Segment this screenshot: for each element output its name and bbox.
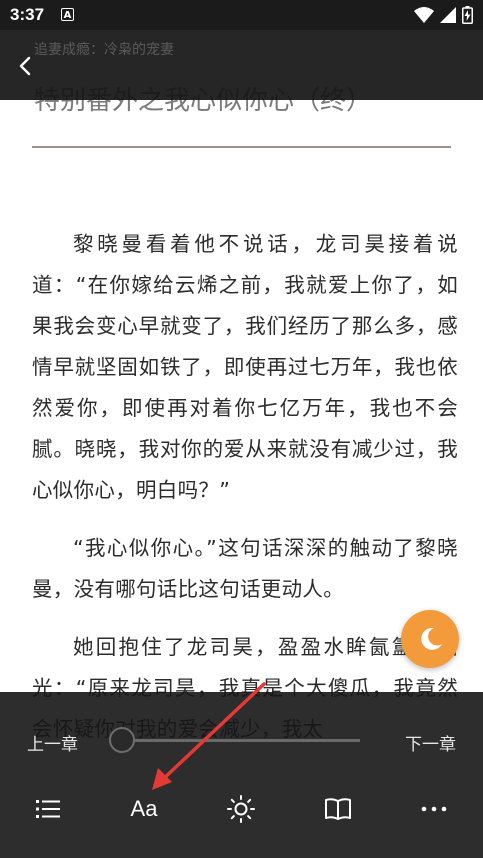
brightness-button[interactable]	[221, 792, 261, 826]
prev-chapter-button[interactable]: 上一章	[27, 730, 78, 755]
chapter-content: 黎晓曼看着他不说话，龙司昊接着说道：“在你嫁给云烯之前，我就爱上你了，如果我会变…	[32, 224, 458, 767]
sun-icon	[227, 795, 255, 823]
wifi-icon	[413, 7, 434, 23]
status-icons	[413, 6, 473, 24]
reader-top-bar: 追妻成瘾：冷枭的宠妻	[0, 30, 483, 100]
chapter-progress-track[interactable]	[122, 739, 360, 742]
list-icon	[36, 800, 60, 818]
paragraph: 黎晓曼看着他不说话，龙司昊接着说道：“在你嫁给云烯之前，我就爱上你了，如果我会变…	[32, 232, 458, 502]
more-button[interactable]	[414, 792, 454, 826]
next-chapter-button[interactable]: 下一章	[405, 730, 456, 755]
moon-icon	[421, 627, 442, 650]
night-mode-button[interactable]	[401, 610, 459, 668]
status-time: 3:37	[10, 5, 45, 24]
reader-bottom-panel: 上一章 下一章 Aa	[0, 692, 483, 858]
notification-a-icon: A	[61, 8, 74, 21]
battery-charging-icon	[462, 6, 473, 24]
more-dots-icon	[421, 806, 447, 812]
paragraph: “我心似你心。”这句话深深的触动了黎晓曼，没有哪句话比这句话更动人。	[32, 536, 458, 601]
title-divider	[32, 146, 451, 148]
book-name: 追妻成瘾：冷枭的宠妻	[34, 42, 174, 58]
open-book-icon	[325, 798, 351, 820]
font-settings-button[interactable]: Aa	[124, 792, 164, 826]
status-bar: 3:37 A	[0, 0, 483, 30]
chapter-progress-thumb[interactable]	[109, 727, 135, 753]
reading-mode-button[interactable]	[318, 792, 358, 826]
font-size-label: Aa	[130, 796, 158, 821]
chevron-left-icon[interactable]	[14, 54, 38, 78]
signal-icon	[439, 7, 456, 23]
catalog-button[interactable]	[28, 792, 68, 826]
